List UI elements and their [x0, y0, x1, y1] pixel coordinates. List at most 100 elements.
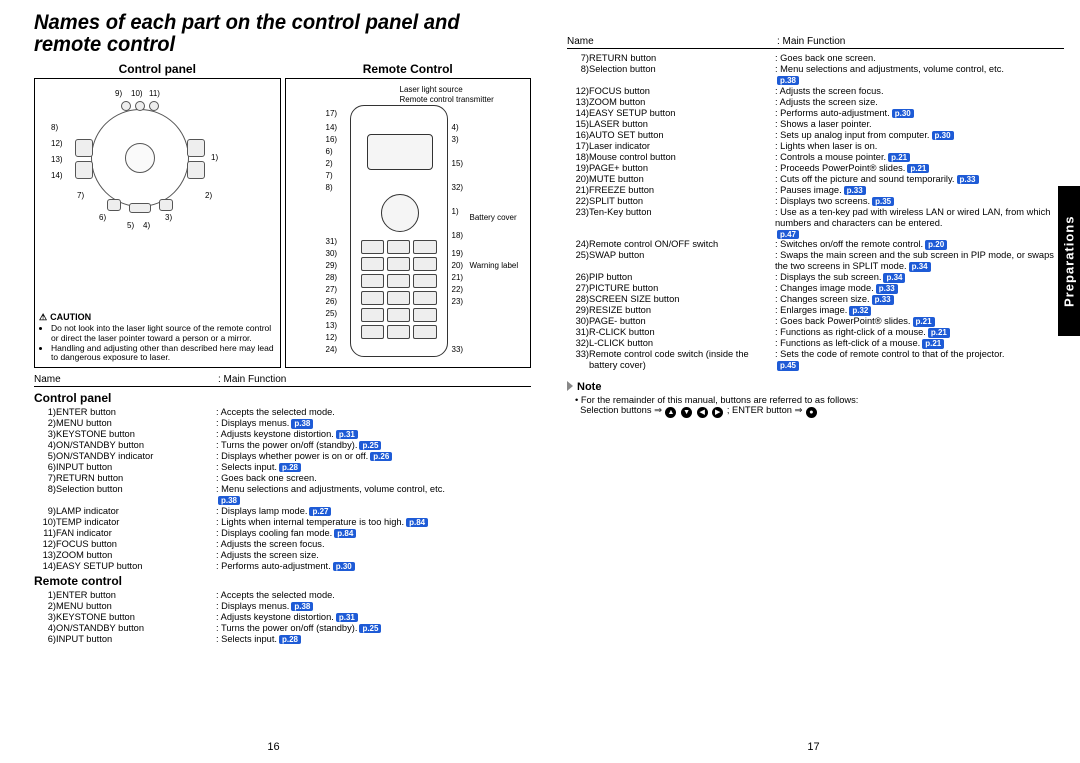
row-name: LASER button — [589, 119, 775, 130]
function-row: 7)RETURN button: Goes back one screen. — [567, 53, 1064, 64]
note-line2b: ; ENTER button ⇒ — [727, 405, 805, 415]
row-function: : Displays cooling fan mode.p.84 — [216, 528, 531, 539]
callout-battery: Battery cover — [470, 213, 517, 222]
function-row: 21)FREEZE button: Pauses image.p.33 — [567, 185, 1064, 196]
row-name: FOCUS button — [56, 539, 216, 550]
page-ref-badge: p.47 — [777, 230, 799, 239]
page-ref-badge: p.84 — [334, 529, 356, 538]
page-ref-badge: p.25 — [359, 624, 381, 633]
row-number: 8) — [567, 64, 589, 86]
side-tab-preparations: Preparations — [1058, 186, 1080, 336]
row-number: 26) — [567, 272, 589, 283]
function-row: 7)RETURN button: Goes back one screen. — [34, 473, 531, 484]
control-panel-diagram-col: Control panel — [34, 62, 281, 368]
down-arrow-icon: ▼ — [681, 407, 692, 418]
row-name: KEYSTONE button — [56, 612, 216, 623]
page-ref-badge: p.35 — [872, 197, 894, 206]
row-function: : Lights when internal temperature is to… — [216, 517, 531, 528]
callout-rc-transmitter: Remote control transmitter — [400, 95, 494, 104]
remote-control-frame: Laser light source Remote control transm… — [285, 78, 532, 368]
row-number: 20) — [567, 174, 589, 185]
function-row: 12)FOCUS button: Adjusts the screen focu… — [34, 539, 531, 550]
row-function: : Displays lamp mode.p.27 — [216, 506, 531, 517]
page-ref-badge: p.33 — [872, 295, 894, 304]
row-name: ON/STANDBY button — [56, 623, 216, 634]
row-number: 6) — [34, 462, 56, 473]
row-function: : Goes back PowerPoint® slides.p.21 — [775, 316, 1064, 327]
row-name: MUTE button — [589, 174, 775, 185]
function-row: 24)Remote control ON/OFF switch: Switche… — [567, 239, 1064, 250]
function-row: 33)Remote control code switch (inside th… — [567, 349, 1064, 371]
row-name: FOCUS button — [589, 86, 775, 97]
control-panel-schematic: 8) 12) 13) 14) 7) 6) 5) 4) 3) 2) 1) 9) 1… — [39, 83, 276, 312]
note-body: • For the remainder of this manual, butt… — [575, 395, 1064, 418]
row-number: 7) — [34, 473, 56, 484]
function-row: 12)FOCUS button: Adjusts the screen focu… — [567, 86, 1064, 97]
row-function: : Adjusts the screen focus. — [216, 539, 531, 550]
page-ref-badge: p.84 — [406, 518, 428, 527]
row-function: : Turns the power on/off (standby).p.25 — [216, 623, 531, 634]
remote-control-heading: Remote Control — [285, 62, 532, 76]
row-function: : Pauses image.p.33 — [775, 185, 1064, 196]
row-number: 23) — [567, 207, 589, 240]
function-row: 4)ON/STANDBY button: Turns the power on/… — [34, 440, 531, 451]
column-headers-right: Name : Main Function — [567, 36, 1064, 47]
row-name: Mouse control button — [589, 152, 775, 163]
row-number: 13) — [34, 550, 56, 561]
row-number: 28) — [567, 294, 589, 305]
note-heading: Note — [567, 381, 1064, 393]
function-row: 14)EASY SETUP button: Performs auto-adju… — [567, 108, 1064, 119]
column-headers-left: Name : Main Function — [34, 374, 531, 385]
page-ref-badge: p.30 — [892, 109, 914, 118]
row-number: 1) — [34, 590, 56, 601]
row-function: : Cuts off the picture and sound tempora… — [775, 174, 1064, 185]
page-ref-badge: p.33 — [957, 175, 979, 184]
row-function: : Switches on/off the remote control.p.2… — [775, 239, 1064, 250]
function-row: 4)ON/STANDBY button: Turns the power on/… — [34, 623, 531, 634]
page-number-left: 16 — [267, 741, 279, 753]
page-title: Names of each part on the control panel … — [34, 12, 511, 56]
page-ref-badge: p.38 — [291, 602, 313, 611]
row-name: INPUT button — [56, 634, 216, 645]
right-arrow-icon: ▶ — [712, 407, 723, 418]
name-label: Name — [567, 36, 777, 47]
page-ref-badge: p.20 — [925, 240, 947, 249]
page-ref-badge: p.21 — [928, 328, 950, 337]
row-function: : Accepts the selected mode. — [216, 407, 531, 418]
right-function-table: 7)RETURN button: Goes back one screen.8)… — [567, 53, 1064, 371]
row-name: Remote control ON/OFF switch — [589, 239, 775, 250]
function-row: 30)PAGE- button: Goes back PowerPoint® s… — [567, 316, 1064, 327]
row-function: : Changes screen size.p.33 — [775, 294, 1064, 305]
function-row: 6)INPUT button: Selects input.p.28 — [34, 462, 531, 473]
caution-item: Do not look into the laser light source … — [51, 324, 276, 344]
row-number: 17) — [567, 141, 589, 152]
caution-title: CAUTION — [39, 312, 276, 323]
function-row: 1)ENTER button: Accepts the selected mod… — [34, 407, 531, 418]
function-row: 9)LAMP indicator: Displays lamp mode.p.2… — [34, 506, 531, 517]
row-number: 18) — [567, 152, 589, 163]
row-name: R-CLICK button — [589, 327, 775, 338]
name-label: Name — [34, 374, 218, 385]
row-number: 22) — [567, 196, 589, 207]
row-name: EASY SETUP button — [56, 561, 216, 572]
row-function: : Sets up analog input from computer.p.3… — [775, 130, 1064, 141]
diagram-row: Control panel — [34, 62, 531, 368]
row-function: : Goes back one screen. — [216, 473, 531, 484]
function-row: 8)Selection button: Menu selections and … — [567, 64, 1064, 86]
remote-control-schematic: Laser light source Remote control transm… — [290, 83, 527, 363]
callout-laser-light: Laser light source — [400, 85, 463, 94]
page-ref-badge: p.21 — [913, 317, 935, 326]
page-ref-badge: p.31 — [336, 430, 358, 439]
row-name: RETURN button — [56, 473, 216, 484]
row-function: : Functions as left-click of a mouse.p.2… — [775, 338, 1064, 349]
row-name: MENU button — [56, 601, 216, 612]
row-function: : Controls a mouse pointer.p.21 — [775, 152, 1064, 163]
function-row: 18)Mouse control button: Controls a mous… — [567, 152, 1064, 163]
function-row: 3)KEYSTONE button: Adjusts keystone dist… — [34, 612, 531, 623]
page-ref-badge: p.21 — [888, 153, 910, 162]
row-name: TEMP indicator — [56, 517, 216, 528]
control-panel-heading: Control panel — [34, 62, 281, 76]
function-row: 32)L-CLICK button: Functions as left-cli… — [567, 338, 1064, 349]
row-number: 10) — [34, 517, 56, 528]
row-number: 2) — [34, 418, 56, 429]
